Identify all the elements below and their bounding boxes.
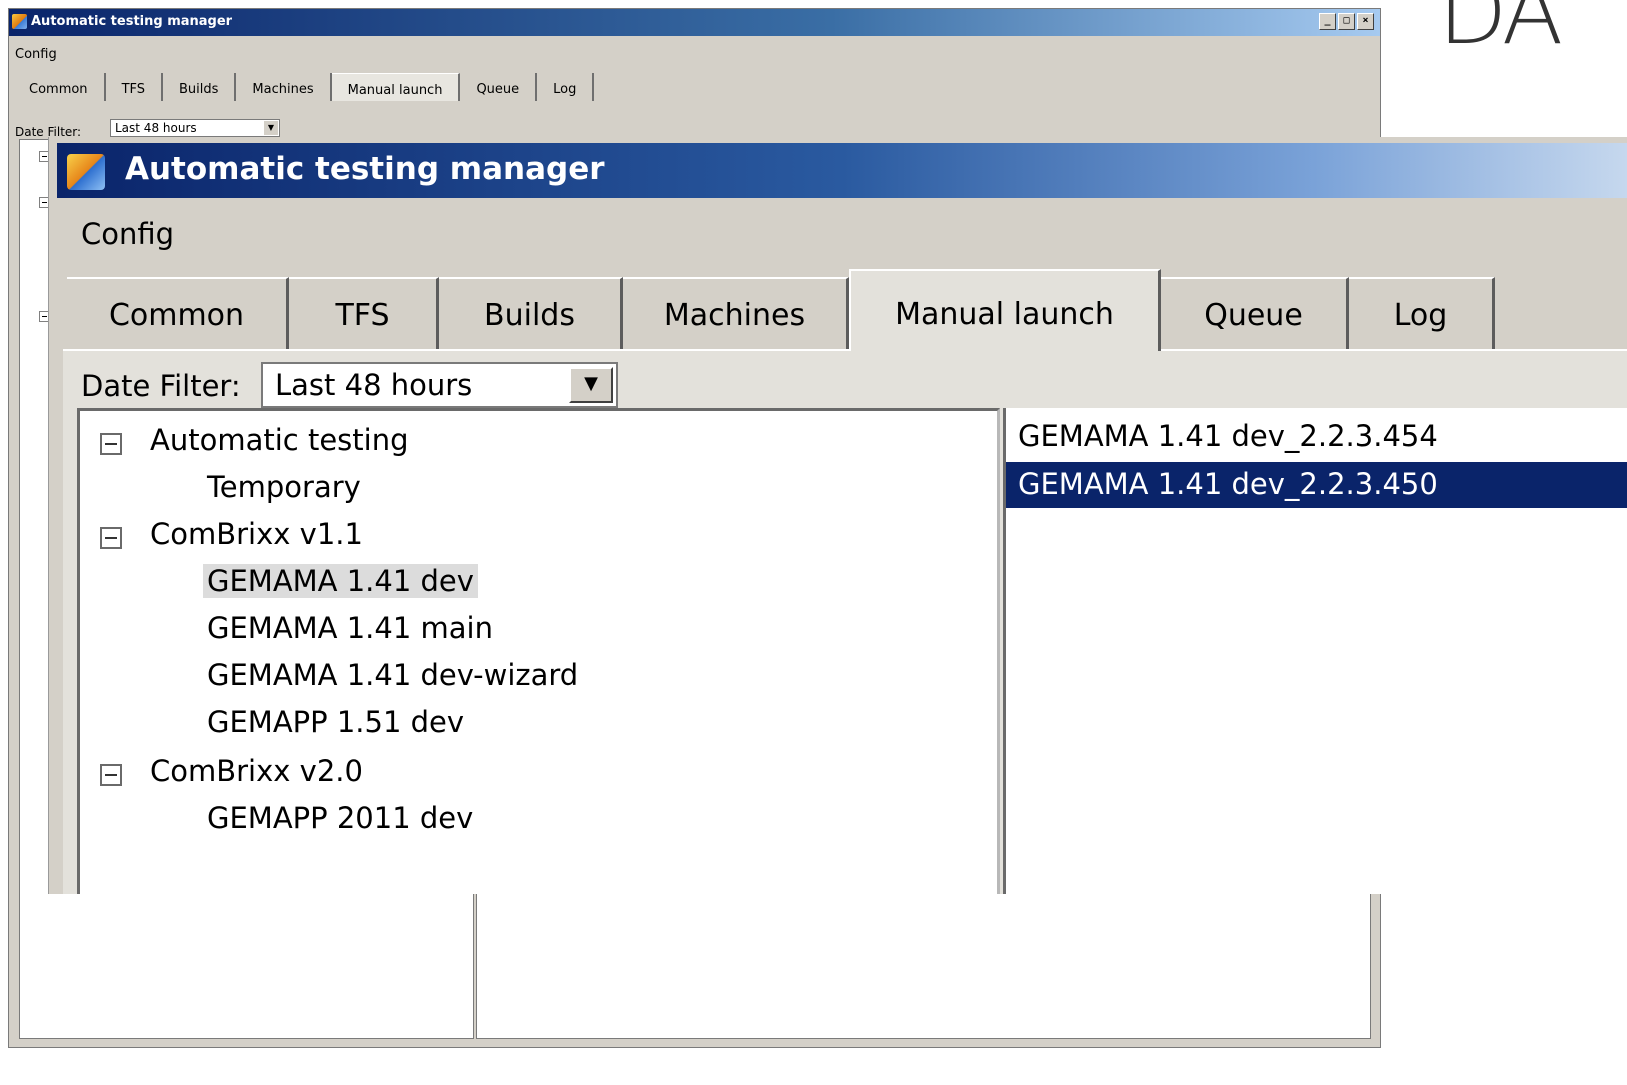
tree-node-combrixx-v2-0[interactable]: ComBrixx v2.0 <box>150 754 363 788</box>
collapse-icon[interactable] <box>100 764 122 786</box>
tab-log[interactable]: Log <box>1349 277 1495 349</box>
window-controls: _ □ × <box>1319 13 1374 30</box>
tree-node-gemama-1-41-main[interactable]: GEMAMA 1.41 main <box>207 611 493 645</box>
background-date-filter-value: Last 48 hours <box>115 121 197 135</box>
tab-queue[interactable]: Queue <box>1161 277 1349 349</box>
tab-common[interactable]: Common <box>67 277 289 349</box>
tree-node-gemama-1-41-dev[interactable]: GEMAMA 1.41 dev <box>203 564 478 598</box>
background-tab-bar: Common TFS Builds Machines Manual launch… <box>13 73 595 101</box>
date-filter-value: Last 48 hours <box>275 368 473 402</box>
background-tab-tfs[interactable]: TFS <box>106 73 164 101</box>
collapse-icon[interactable] <box>100 527 122 549</box>
background-tab-log[interactable]: Log <box>537 73 595 101</box>
background-title-bar: Automatic testing manager _ □ × <box>9 9 1380 36</box>
tab-builds[interactable]: Builds <box>439 277 623 349</box>
tree-node-combrixx-v1-1[interactable]: ComBrixx v1.1 <box>150 517 363 551</box>
background-tab-machines[interactable]: Machines <box>236 73 332 101</box>
tab-machines[interactable]: Machines <box>623 277 849 349</box>
tab-tfs[interactable]: TFS <box>289 277 439 349</box>
zoomed-window: Automatic testing manager Config Common … <box>48 137 1627 894</box>
tree-node-temporary[interactable]: Temporary <box>207 470 361 504</box>
build-row[interactable]: GEMAMA 1.41 dev_2.2.3.454 <box>1006 414 1627 460</box>
tree-node-gemapp-2011-dev[interactable]: GEMAPP 2011 dev <box>207 801 473 835</box>
background-window-title: Automatic testing manager <box>31 14 233 29</box>
tree-node-gemapp-1-51-dev[interactable]: GEMAPP 1.51 dev <box>207 705 464 739</box>
date-filter-label: Date Filter: <box>81 369 241 403</box>
background-tab-common[interactable]: Common <box>13 73 106 101</box>
tree-node-automatic-testing[interactable]: Automatic testing <box>150 423 408 457</box>
build-row-selected[interactable]: GEMAMA 1.41 dev_2.2.3.450 <box>1006 462 1627 508</box>
background-logo-fragment: DA <box>1438 0 1563 65</box>
tab-manual-launch[interactable]: Manual launch <box>849 269 1161 351</box>
close-button[interactable]: × <box>1357 13 1374 30</box>
background-tab-builds[interactable]: Builds <box>163 73 237 101</box>
dropdown-arrow-icon[interactable]: ▼ <box>264 121 278 135</box>
collapse-icon[interactable] <box>100 433 122 455</box>
project-tree[interactable]: Automatic testing Temporary ComBrixx v1.… <box>77 408 1000 894</box>
background-tab-manual-launch[interactable]: Manual launch <box>331 73 461 101</box>
menu-config[interactable]: Config <box>81 217 174 251</box>
date-filter-select[interactable]: Last 48 hours ▼ <box>261 362 618 408</box>
background-menu-config[interactable]: Config <box>15 47 57 62</box>
dropdown-arrow-icon[interactable]: ▼ <box>569 367 613 403</box>
app-icon <box>12 14 27 29</box>
window-title: Automatic testing manager <box>125 151 605 187</box>
background-tab-queue[interactable]: Queue <box>460 73 538 101</box>
title-bar: Automatic testing manager <box>57 143 1627 198</box>
minimize-button[interactable]: _ <box>1319 13 1336 30</box>
builds-list[interactable]: GEMAMA 1.41 dev_2.2.3.454 GEMAMA 1.41 de… <box>1003 408 1627 894</box>
app-icon <box>67 154 105 190</box>
background-date-filter-select[interactable]: Last 48 hours ▼ <box>110 119 280 137</box>
tree-node-gemama-1-41-dev-wizard[interactable]: GEMAMA 1.41 dev-wizard <box>207 658 578 692</box>
maximize-button[interactable]: □ <box>1338 13 1355 30</box>
